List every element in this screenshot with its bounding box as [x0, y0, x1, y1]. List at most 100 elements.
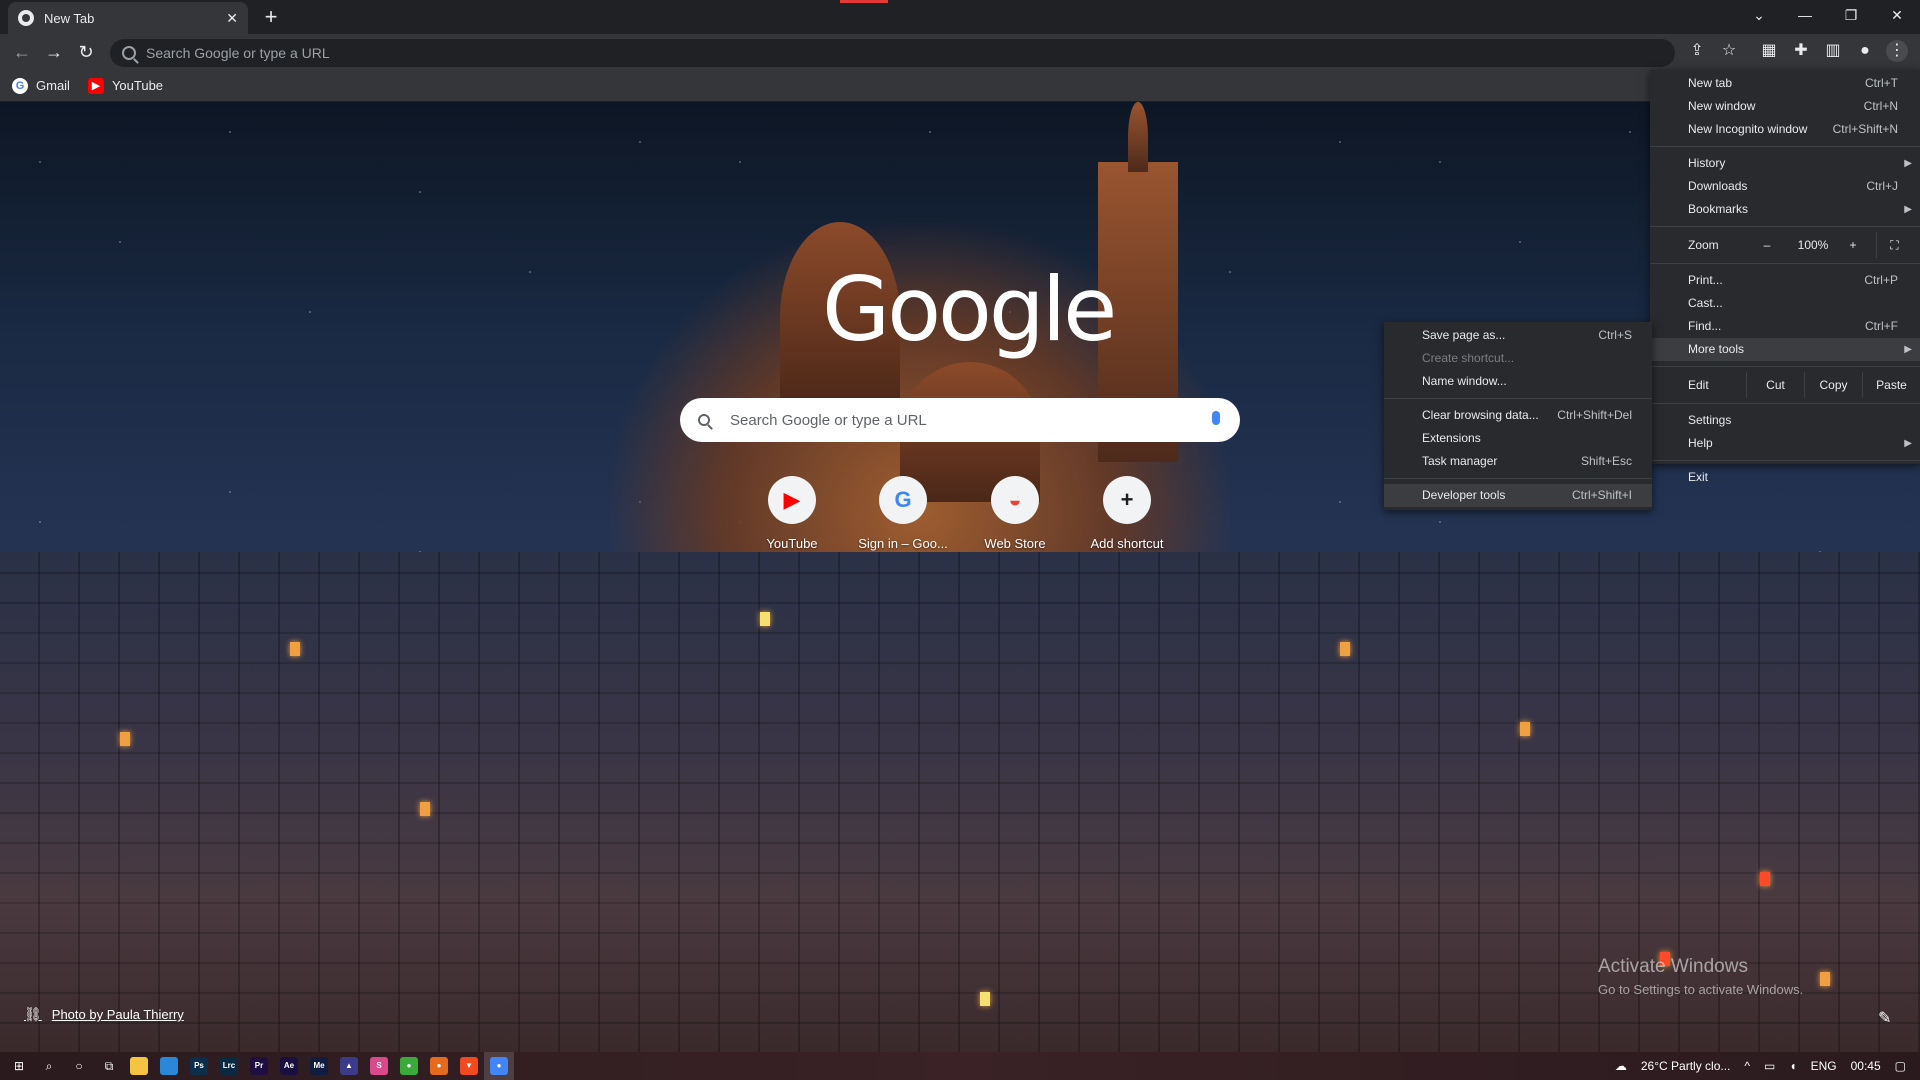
- ntp-search-box[interactable]: Search Google or type a URL: [680, 398, 1240, 442]
- restore-button[interactable]: ❐: [1828, 0, 1874, 30]
- submenu-extensions[interactable]: Extensions: [1384, 427, 1652, 450]
- microphone-icon[interactable]: [1212, 411, 1220, 425]
- bookmark-label: YouTube: [111, 78, 164, 93]
- tab-close-icon[interactable]: ✕: [226, 10, 238, 27]
- task-view-icon[interactable]: ⧉: [94, 1052, 124, 1080]
- photo-credit-link[interactable]: ⛓ Photo by Paula Thierry: [24, 1006, 184, 1023]
- windows-taskbar: ⊞ ⌕ ○ ⧉ Ps Lrc Pr Ae Me ▲ S ● ● ▼ ● ☁ 26°C Partly …: [0, 1052, 1920, 1080]
- menu-settings[interactable]: Settings: [1650, 409, 1920, 432]
- customize-pencil-icon[interactable]: ✎: [1878, 1008, 1891, 1028]
- minimize-button[interactable]: —: [1782, 0, 1828, 30]
- star-icon[interactable]: ☆: [1718, 40, 1740, 62]
- shortcut-web-store[interactable]: ◒ Web Store: [959, 476, 1071, 551]
- search-icon[interactable]: ⌕: [34, 1052, 64, 1080]
- new-tab-button[interactable]: +: [258, 4, 284, 30]
- taskbar-media-encoder-icon[interactable]: Me: [304, 1052, 334, 1080]
- taskbar-store-icon[interactable]: [154, 1052, 184, 1080]
- shortcut-label: Add shortcut: [1090, 536, 1164, 551]
- tab-search-icon[interactable]: ⌄: [1736, 0, 1782, 30]
- taskbar-after-effects-icon[interactable]: Ae: [274, 1052, 304, 1080]
- menu-find[interactable]: Find... Ctrl+F: [1650, 315, 1920, 338]
- taskbar-app-triangle-icon[interactable]: ▲: [334, 1052, 364, 1080]
- taskbar-chrome-icon[interactable]: ●: [484, 1052, 514, 1080]
- menu-new-incognito[interactable]: New Incognito window Ctrl+Shift+N: [1650, 118, 1920, 141]
- address-bar[interactable]: Search Google or type a URL: [110, 39, 1675, 67]
- share-icon[interactable]: ⇪: [1686, 40, 1708, 62]
- menu-cast[interactable]: Cast...: [1650, 292, 1920, 315]
- taskbar-photoshop-icon[interactable]: Ps: [184, 1052, 214, 1080]
- chrome-glyph: ●: [490, 1057, 508, 1075]
- bookmark-youtube[interactable]: ▶ YouTube: [87, 77, 164, 94]
- puzzle-icon[interactable]: ✚: [1790, 40, 1812, 62]
- zoom-out-button[interactable]: –: [1754, 232, 1780, 258]
- sidepanel-icon[interactable]: ▥: [1822, 40, 1844, 62]
- premiere-glyph: Pr: [250, 1057, 268, 1075]
- bookmark-gmail[interactable]: G Gmail: [12, 77, 70, 94]
- menu-new-tab[interactable]: New tab Ctrl+T: [1650, 72, 1920, 95]
- submenu-developer-tools[interactable]: Developer tools Ctrl+Shift+I: [1384, 484, 1652, 507]
- shortcut-youtube[interactable]: ▶ YouTube: [736, 476, 848, 551]
- menu-more-tools[interactable]: More tools ▶: [1650, 338, 1920, 361]
- menu-bookmarks[interactable]: Bookmarks ▶: [1650, 198, 1920, 221]
- shortcut-add[interactable]: + Add shortcut: [1071, 476, 1183, 551]
- menu-help[interactable]: Help ▶: [1650, 432, 1920, 455]
- extension-a-icon[interactable]: ▦: [1758, 40, 1780, 62]
- language-indicator[interactable]: ENG: [1811, 1059, 1837, 1073]
- file-explorer-glyph: [130, 1057, 148, 1075]
- taskbar-app-s-icon[interactable]: S: [364, 1052, 394, 1080]
- menu-downloads[interactable]: Downloads Ctrl+J: [1650, 175, 1920, 198]
- weather-icon[interactable]: ☁: [1615, 1059, 1627, 1073]
- menu-separator: [1650, 263, 1920, 264]
- menu-history[interactable]: History ▶: [1650, 152, 1920, 175]
- after-effects-glyph: Ae: [280, 1057, 298, 1075]
- gmail-icon: G: [12, 77, 28, 94]
- submenu-save-page[interactable]: Save page as... Ctrl+S: [1384, 324, 1652, 347]
- app-s-glyph: S: [370, 1057, 388, 1075]
- forward-button[interactable]: →: [40, 38, 68, 66]
- taskbar-lightroom-classic-icon[interactable]: Lrc: [214, 1052, 244, 1080]
- clock[interactable]: 00:45: [1851, 1059, 1881, 1073]
- menu-exit[interactable]: Exit: [1650, 466, 1920, 489]
- shortcut-sign-in-google[interactable]: G Sign in – Goo...: [847, 476, 959, 551]
- menu-print[interactable]: Print... Ctrl+P: [1650, 269, 1920, 292]
- cut-button[interactable]: Cut: [1746, 372, 1804, 398]
- notification-icon[interactable]: ▢: [1895, 1059, 1906, 1073]
- zoom-in-button[interactable]: +: [1840, 232, 1866, 258]
- photo-credit-text: Photo by Paula Thierry: [51, 1007, 184, 1022]
- copy-button[interactable]: Copy: [1804, 372, 1862, 398]
- chevron-right-icon: ▶: [1904, 344, 1912, 355]
- close-window-button[interactable]: ✕: [1874, 0, 1920, 30]
- volume-icon[interactable]: ◖: [1789, 1059, 1796, 1073]
- taskbar-file-explorer-icon[interactable]: [124, 1052, 154, 1080]
- chrome-favicon-icon: [18, 10, 34, 26]
- windows-start-icon[interactable]: ⊞: [4, 1052, 34, 1080]
- submenu-clear-data[interactable]: Clear browsing data... Ctrl+Shift+Del: [1384, 404, 1652, 427]
- background-photo: [0, 102, 1920, 1052]
- network-icon[interactable]: ▭: [1764, 1059, 1775, 1073]
- profile-icon[interactable]: ●: [1854, 40, 1876, 62]
- weather-text[interactable]: 26°C Partly clo...: [1641, 1059, 1731, 1073]
- youtube-icon: ▶: [87, 77, 104, 94]
- reload-button[interactable]: ↻: [72, 38, 100, 66]
- taskbar-firefox-icon[interactable]: ●: [424, 1052, 454, 1080]
- fullscreen-icon[interactable]: ⛶: [1876, 232, 1912, 258]
- paste-button[interactable]: Paste: [1862, 372, 1920, 398]
- submenu-name-window[interactable]: Name window...: [1384, 370, 1652, 393]
- menu-separator: [1650, 403, 1920, 404]
- chevron-up-icon[interactable]: ^: [1744, 1059, 1750, 1073]
- taskbar-brave-icon[interactable]: ▼: [454, 1052, 484, 1080]
- menu-new-window[interactable]: New window Ctrl+N: [1650, 95, 1920, 118]
- submenu-task-manager[interactable]: Task manager Shift+Esc: [1384, 450, 1652, 473]
- cortana-icon[interactable]: ○: [64, 1052, 94, 1080]
- web-store-icon: ◒: [991, 476, 1039, 524]
- store-glyph: [160, 1057, 178, 1075]
- tab-new-tab[interactable]: New Tab ✕: [8, 2, 248, 34]
- taskbar-app-green-icon[interactable]: ●: [394, 1052, 424, 1080]
- toolbar: ← → ↻ Search Google or type a URL ⇪ ☆ ▦ …: [0, 34, 1920, 70]
- menu-separator: [1650, 226, 1920, 227]
- activate-title: Activate Windows: [1598, 956, 1748, 977]
- kebab-menu-icon[interactable]: ⋮: [1886, 40, 1908, 62]
- menu-separator: [1384, 478, 1652, 479]
- back-button[interactable]: ←: [8, 38, 36, 66]
- taskbar-premiere-icon[interactable]: Pr: [244, 1052, 274, 1080]
